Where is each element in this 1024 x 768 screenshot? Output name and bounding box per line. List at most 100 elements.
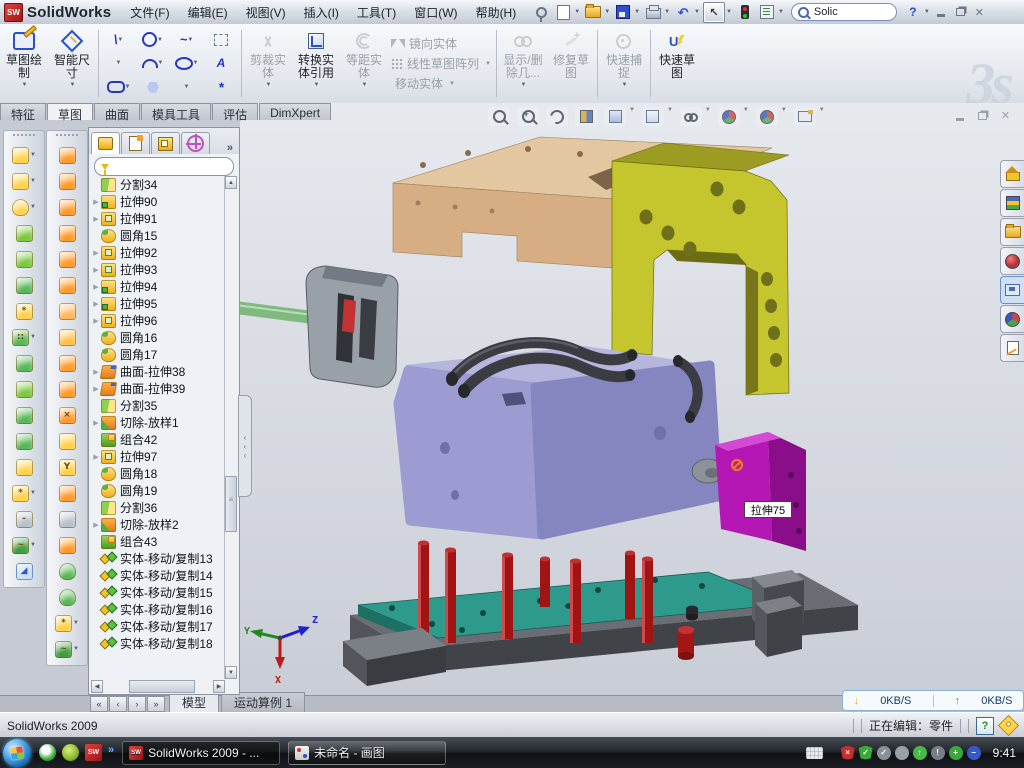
- new-document-button[interactable]: [553, 3, 573, 22]
- chamfer-button[interactable]: [16, 272, 33, 298]
- sketch-rectangle-button[interactable]: ▼: [103, 53, 135, 73]
- configurationmanager-tab[interactable]: [151, 132, 180, 154]
- tab-nav-1[interactable]: ‹: [109, 696, 127, 712]
- scroll-down-button[interactable]: ▼: [225, 666, 237, 679]
- doc-close-button[interactable]: ✕: [997, 108, 1014, 123]
- fillet-button[interactable]: ▼: [12, 194, 36, 220]
- sketch-arc-button[interactable]: ▼: [137, 53, 169, 73]
- tree-item[interactable]: 实体-移动/复制14: [91, 567, 225, 584]
- tree-item[interactable]: ▶拉伸94: [91, 278, 225, 295]
- undo-button[interactable]: ↶: [673, 3, 693, 22]
- ribbon-repair-button[interactable]: 修复草图: [547, 24, 595, 103]
- battery-green-icon[interactable]: ↑: [913, 746, 927, 760]
- tree-item[interactable]: 分割34: [91, 176, 225, 193]
- doc-minimize-button[interactable]: [951, 108, 968, 123]
- sketch-spline-button[interactable]: ~▼: [171, 30, 203, 50]
- sketch-text-button[interactable]: A: [205, 53, 237, 73]
- tab-特征[interactable]: 特征: [0, 103, 46, 120]
- quick-tips-icon[interactable]: ?: [976, 717, 994, 735]
- defense-shield-icon[interactable]: ✓: [859, 746, 873, 760]
- scroll-thumb[interactable]: [225, 476, 237, 532]
- keyboard-icon[interactable]: [806, 747, 823, 759]
- lofted-boss-button[interactable]: [16, 246, 33, 272]
- expand-arrow-icon[interactable]: ▶: [91, 317, 101, 325]
- rebuild-button[interactable]: [735, 3, 755, 22]
- tree-filter-input[interactable]: [94, 157, 234, 176]
- shape-feature-button[interactable]: [59, 584, 76, 610]
- planar-surface-button[interactable]: [59, 298, 76, 324]
- ribbon-offset-button[interactable]: 等距实体▼: [340, 24, 388, 103]
- expand-arrow-icon[interactable]: ▶: [91, 198, 101, 206]
- tree-vertical-scrollbar[interactable]: ▲ ▼: [224, 176, 238, 679]
- print-button[interactable]: [643, 3, 663, 22]
- resources-home-tab[interactable]: [1000, 160, 1024, 188]
- menu-工具(T)[interactable]: 工具(T): [348, 0, 405, 25]
- select-tool-button[interactable]: ↖: [703, 2, 725, 23]
- drag-handle[interactable]: [56, 134, 78, 138]
- custom-properties-tab[interactable]: [1000, 334, 1024, 362]
- expand-arrow-icon[interactable]: ▶: [91, 521, 101, 529]
- save-button[interactable]: [613, 3, 633, 22]
- tree-item[interactable]: 圆角15: [91, 227, 225, 244]
- taskbar-button-0[interactable]: SWSolidWorks 2009 - ...: [122, 741, 280, 765]
- instant3d-button[interactable]: ◢: [16, 558, 33, 584]
- ribbon-trim-button[interactable]: 剪裁实体▼: [244, 24, 292, 103]
- expand-arrow-icon[interactable]: ▶: [91, 300, 101, 308]
- solidworks-icon[interactable]: SW: [85, 744, 102, 761]
- tab-评估[interactable]: 评估: [212, 103, 258, 120]
- ribbon-sketch-button[interactable]: 草图绘制▼: [0, 24, 48, 103]
- wireless-warning-icon[interactable]: !: [931, 746, 945, 760]
- menu-文件(F)[interactable]: 文件(F): [121, 0, 178, 25]
- zoom-area-button[interactable]: [517, 107, 539, 126]
- split-button[interactable]: [16, 402, 33, 428]
- hscroll-thumb[interactable]: [129, 680, 195, 693]
- swept-surface-button[interactable]: [59, 168, 76, 194]
- tree-item[interactable]: 组合43: [91, 533, 225, 550]
- tree-item[interactable]: ▶拉伸95: [91, 295, 225, 312]
- tree-item[interactable]: ▶切除-放样2: [91, 516, 225, 533]
- tag-icon[interactable]: [998, 715, 1019, 736]
- tree-item[interactable]: 实体-移动/复制17: [91, 618, 225, 635]
- sketch-line-button[interactable]: \▼: [103, 30, 135, 50]
- view-palette-tab[interactable]: [1000, 276, 1024, 304]
- dimxpertmanager-tab[interactable]: [181, 132, 210, 154]
- ribbon-quick-snap-button[interactable]: 快速捕捉▼: [600, 24, 648, 103]
- filled-surface-button[interactable]: [59, 272, 76, 298]
- ribbon-rapid-sketch-button[interactable]: 快速草图: [653, 24, 701, 103]
- taskbar-button-1[interactable]: 未命名 - 画图: [288, 741, 446, 765]
- menu-帮助(H)[interactable]: 帮助(H): [467, 0, 526, 25]
- tree-item[interactable]: ▶曲面-拉伸38: [91, 363, 225, 380]
- swept-boss-button[interactable]: [16, 220, 33, 246]
- ribbon-smart-dimension-button[interactable]: 智能尺寸▼: [48, 24, 96, 103]
- hide-show-items-button[interactable]: [680, 107, 702, 126]
- search-input[interactable]: [812, 5, 872, 19]
- curves-button[interactable]: ~▼: [12, 532, 36, 558]
- tree-item[interactable]: ▶拉伸92: [91, 244, 225, 261]
- dome-button[interactable]: [59, 558, 76, 584]
- tab-model[interactable]: 模型: [169, 692, 219, 713]
- sketch-ellipse-button[interactable]: ▼: [171, 53, 203, 73]
- ribbon-linear-pattern-button[interactable]: 线性草图阵列▼: [391, 55, 491, 72]
- options-button[interactable]: [757, 3, 777, 22]
- sketch-polygon-button[interactable]: [137, 77, 169, 97]
- menu-插入(I)[interactable]: 插入(I): [295, 0, 348, 25]
- boundary-surface-button[interactable]: [59, 246, 76, 272]
- sketch-slot-button[interactable]: ▼: [103, 77, 135, 97]
- sketch-point-button[interactable]: *: [205, 77, 237, 97]
- offset-surface-button[interactable]: [59, 350, 76, 376]
- draft-button[interactable]: [16, 376, 33, 402]
- section-view-button[interactable]: [575, 107, 597, 126]
- extruded-surface-button[interactable]: [59, 194, 76, 220]
- tree-item[interactable]: 圆角18: [91, 465, 225, 482]
- expand-arrow-icon[interactable]: ▶: [91, 283, 101, 291]
- view-settings-button[interactable]: [794, 107, 816, 126]
- support-rails[interactable]: [752, 570, 804, 657]
- sprue-carrier[interactable]: [306, 266, 398, 387]
- scroll-up-button[interactable]: ▲: [225, 176, 237, 189]
- start-button[interactable]: [3, 739, 31, 767]
- tree-item[interactable]: 圆角17: [91, 346, 225, 363]
- tree-item[interactable]: ▶拉伸91: [91, 210, 225, 227]
- tab-草图[interactable]: 草图: [47, 103, 93, 120]
- revolved-surface-button[interactable]: [59, 142, 76, 168]
- freeform-button[interactable]: *▼: [55, 610, 79, 636]
